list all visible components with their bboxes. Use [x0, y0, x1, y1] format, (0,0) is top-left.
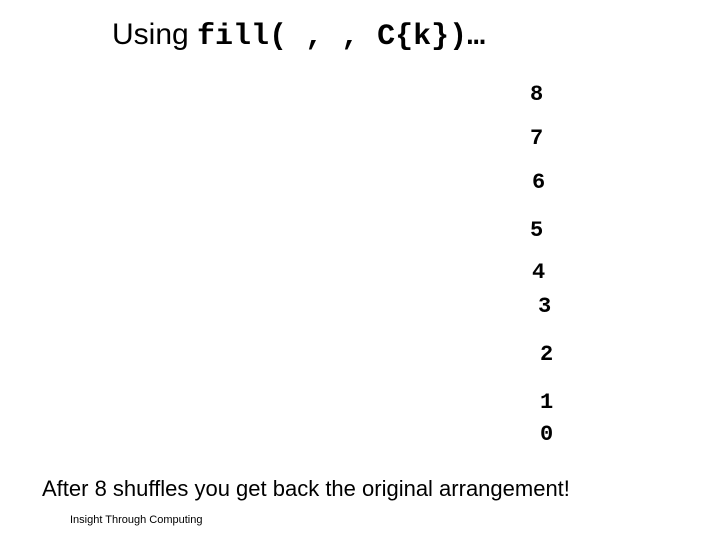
slide: Using fill( , , C{k})… 8 7 6 5 4 3 2 1 0 After 8…: [0, 0, 720, 540]
number-label: 7: [530, 128, 543, 150]
number-label: 8: [530, 84, 543, 106]
number-label: 6: [532, 172, 545, 194]
number-label: 0: [540, 424, 553, 446]
footer: Insight Through Computing: [70, 514, 203, 526]
number-label: 3: [538, 296, 551, 318]
number-label: 5: [530, 220, 543, 242]
number-label: 1: [540, 392, 553, 414]
number-label: 4: [532, 262, 545, 284]
caption: After 8 shuffles you get back the origin…: [42, 476, 570, 502]
title-prefix: Using: [112, 18, 197, 51]
title-code: fill( , , C{k})…: [197, 20, 485, 54]
slide-title: Using fill( , , C{k})…: [112, 18, 485, 54]
number-label: 2: [540, 344, 553, 366]
